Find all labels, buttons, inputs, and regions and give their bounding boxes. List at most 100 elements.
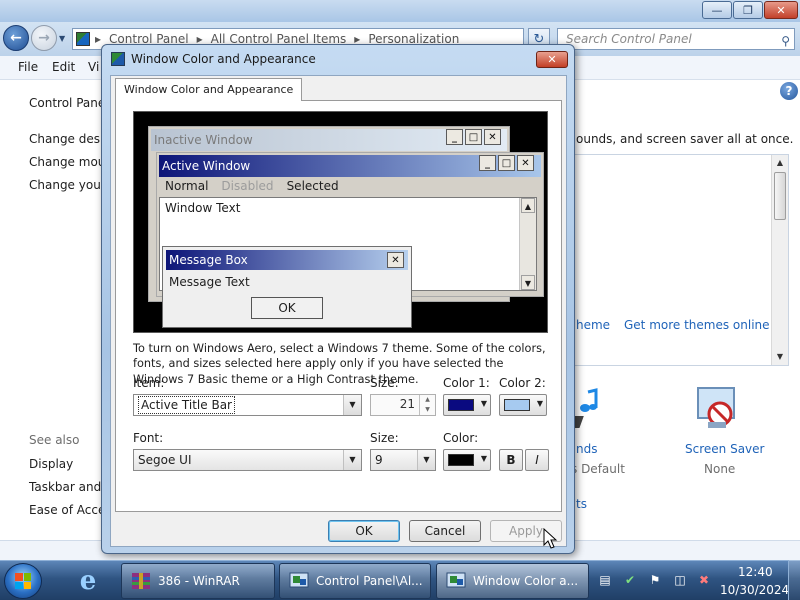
personalization-description: ounds, and screen saver all at once. bbox=[576, 132, 794, 146]
font-select[interactable]: Segoe UI ▼ bbox=[133, 449, 362, 471]
screen-saver-subtitle: None bbox=[704, 462, 736, 476]
forward-button[interactable]: → bbox=[31, 25, 57, 51]
taskbar-item-label: Window Color a... bbox=[473, 574, 579, 588]
scroll-up-icon[interactable]: ▲ bbox=[772, 155, 788, 171]
theme-link-partial[interactable]: heme bbox=[576, 318, 610, 332]
taskbar-item-window-color[interactable]: Window Color a... bbox=[436, 563, 589, 599]
preview-menu-selected[interactable]: Selected bbox=[287, 179, 339, 193]
recent-pages-dropdown-icon[interactable]: ▼ bbox=[59, 34, 65, 43]
item-size-label: Size: bbox=[370, 376, 399, 390]
preview-ok-button[interactable]: OK bbox=[251, 297, 323, 319]
dialog-title: Window Color and Appearance bbox=[131, 52, 316, 66]
spin-up-icon[interactable]: ▲ bbox=[420, 395, 435, 405]
appearance-preview[interactable]: Inactive Window _ □ ✕ Active Window _ □ … bbox=[133, 111, 548, 333]
network-icon[interactable]: ◫ bbox=[672, 571, 688, 589]
tray-security-icon[interactable]: ✔ bbox=[622, 571, 638, 589]
taskbar-item-winrar[interactable]: 386 - WinRAR bbox=[121, 563, 275, 599]
show-desktop-button[interactable] bbox=[788, 560, 800, 600]
font-size-label: Size: bbox=[370, 431, 399, 445]
dialog-close-button[interactable]: ✕ bbox=[536, 51, 568, 68]
action-center-flag-icon[interactable]: ⚑ bbox=[647, 571, 663, 589]
item-size-spinner[interactable]: 21 ▲ ▼ bbox=[370, 394, 436, 416]
preview-window-text[interactable]: Window Text bbox=[165, 201, 240, 215]
chevron-down-icon: ▼ bbox=[480, 454, 487, 463]
control-panel-icon bbox=[289, 572, 309, 588]
control-panel-home-link[interactable]: Control Panel bbox=[29, 96, 109, 110]
font-size-value: 9 bbox=[375, 453, 383, 467]
sidebar-link-account-picture[interactable]: Change your bbox=[29, 178, 106, 192]
sidebar-link-ease-of-access[interactable]: Ease of Acces bbox=[29, 503, 112, 517]
partial-link[interactable]: ts bbox=[576, 497, 587, 511]
screen-saver-icon[interactable] bbox=[694, 386, 740, 432]
control-panel-titlebar: — ❐ ✕ bbox=[0, 0, 800, 22]
color2-label: Color 2: bbox=[499, 376, 546, 390]
preview-minimize-icon: _ bbox=[479, 155, 496, 171]
start-button[interactable] bbox=[4, 563, 42, 599]
preview-menu-normal[interactable]: Normal bbox=[165, 179, 208, 193]
internet-explorer-icon[interactable]: e bbox=[72, 565, 104, 597]
theme-list[interactable]: ▲ ▼ bbox=[564, 154, 789, 366]
taskbar: e 386 - WinRAR Control Panel\Al... Windo… bbox=[0, 560, 800, 600]
item-label: Item: bbox=[133, 376, 165, 390]
menu-edit[interactable]: Edit bbox=[52, 60, 75, 74]
get-more-themes-link[interactable]: Get more themes online bbox=[624, 318, 770, 332]
maximize-button[interactable]: ❐ bbox=[733, 1, 763, 19]
winrar-icon bbox=[132, 573, 150, 589]
dialog-titlebar[interactable]: Window Color and Appearance ✕ bbox=[102, 45, 574, 73]
tray-notes-icon[interactable]: ▤ bbox=[597, 571, 613, 589]
color1-swatch bbox=[448, 399, 474, 411]
minimize-button[interactable]: — bbox=[702, 1, 732, 19]
clock-date[interactable]: 10/30/2024 bbox=[720, 583, 789, 597]
preview-message-text[interactable]: Message Text bbox=[169, 275, 250, 289]
search-icon[interactable]: ⚲ bbox=[781, 31, 790, 51]
color2-picker[interactable]: ▼ bbox=[499, 394, 547, 416]
tab-window-color-appearance[interactable]: Window Color and Appearance bbox=[115, 78, 303, 101]
breadcrumb-separator: ▸ bbox=[95, 32, 102, 46]
bold-button[interactable]: B bbox=[499, 449, 523, 471]
help-icon[interactable]: ? bbox=[780, 82, 798, 100]
font-size-select[interactable]: 9 ▼ bbox=[370, 449, 436, 471]
taskbar-item-control-panel[interactable]: Control Panel\Al... bbox=[279, 563, 431, 599]
sounds-link[interactable]: nds bbox=[576, 442, 597, 456]
clock-time[interactable]: 12:40 bbox=[738, 565, 773, 579]
chevron-down-icon: ▼ bbox=[417, 450, 435, 470]
search-input[interactable]: Search Control Panel ⚲ bbox=[557, 28, 795, 50]
font-color-picker[interactable]: ▼ bbox=[443, 449, 491, 471]
italic-button[interactable]: I bbox=[525, 449, 549, 471]
volume-muted-icon[interactable]: ✖ bbox=[696, 571, 712, 589]
close-button[interactable]: ✕ bbox=[764, 1, 798, 19]
font-label: Font: bbox=[133, 431, 164, 445]
ok-button[interactable]: OK bbox=[328, 520, 400, 542]
scroll-down-icon[interactable]: ▼ bbox=[772, 349, 788, 365]
preview-maximize-icon: □ bbox=[465, 129, 482, 145]
search-placeholder: Search Control Panel bbox=[566, 32, 692, 46]
preview-menu-bar: Normal Disabled Selected bbox=[165, 179, 352, 193]
chevron-down-icon: ▼ bbox=[480, 399, 487, 408]
item-select[interactable]: Active Title Bar ▼ bbox=[133, 394, 362, 416]
screen-saver-link[interactable]: Screen Saver bbox=[685, 442, 764, 456]
theme-list-scrollbar[interactable]: ▲ ▼ bbox=[771, 155, 788, 365]
preview-scrollbar[interactable]: ▲ ▼ bbox=[519, 198, 536, 290]
spin-down-icon[interactable]: ▼ bbox=[420, 405, 435, 415]
preview-close-icon: ✕ bbox=[484, 129, 501, 145]
preview-inactive-caption-buttons: _ □ ✕ bbox=[446, 129, 501, 145]
back-button[interactable]: ← bbox=[3, 25, 29, 51]
window-color-appearance-dialog: Window Color and Appearance ✕ Window Col… bbox=[101, 44, 575, 554]
spinner-arrows[interactable]: ▲ ▼ bbox=[419, 395, 435, 415]
chevron-down-icon: ▼ bbox=[343, 395, 361, 415]
sidebar-link-display[interactable]: Display bbox=[29, 457, 73, 471]
sidebar-link-mouse-pointers[interactable]: Change mous bbox=[29, 155, 112, 169]
scroll-thumb[interactable] bbox=[774, 172, 786, 220]
preview-message-box[interactable]: Message Box ✕ Message Text OK bbox=[162, 246, 412, 328]
menu-view[interactable]: Vi bbox=[88, 60, 99, 74]
cancel-button[interactable]: Cancel bbox=[409, 520, 481, 542]
sidebar-link-desktop-icons[interactable]: Change deskt bbox=[29, 132, 112, 146]
menu-file[interactable]: File bbox=[18, 60, 38, 74]
preview-message-box-title[interactable]: Message Box bbox=[166, 250, 408, 270]
preview-menu-disabled[interactable]: Disabled bbox=[221, 179, 273, 193]
preview-close-icon: ✕ bbox=[517, 155, 534, 171]
color2-swatch bbox=[504, 399, 530, 411]
taskbar-item-label: 386 - WinRAR bbox=[158, 574, 240, 588]
tab-page: Inactive Window _ □ ✕ Active Window _ □ … bbox=[115, 100, 562, 512]
color1-picker[interactable]: ▼ bbox=[443, 394, 491, 416]
